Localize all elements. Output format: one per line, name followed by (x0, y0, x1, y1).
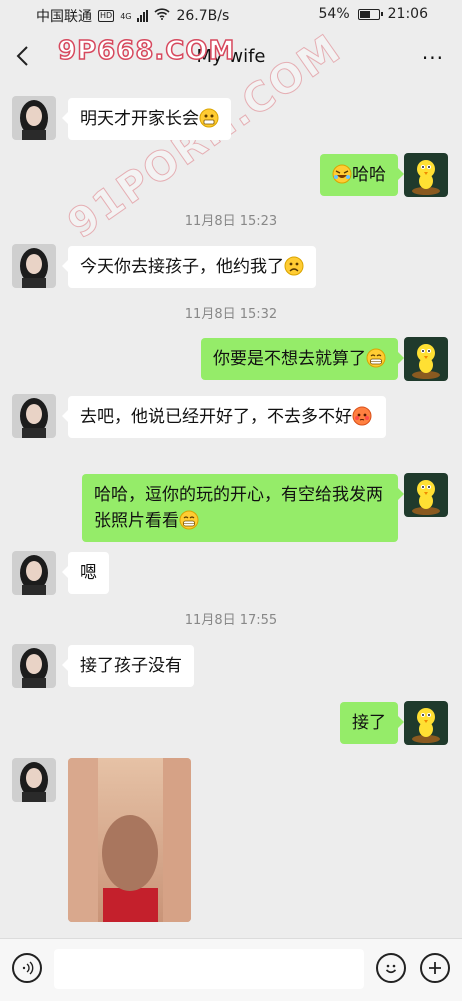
carrier-label: 中国联通 (36, 9, 92, 25)
voice-icon (22, 961, 34, 975)
message-text: 哈哈 (352, 165, 386, 185)
input-bar (0, 938, 462, 1001)
speed-label: 26.7B/s (176, 8, 230, 24)
message-text: 接了孩子没有 (80, 656, 182, 676)
message-text: 今天你去接孩子，他约我了 (80, 257, 284, 277)
image-message[interactable] (68, 758, 191, 922)
plus-button[interactable] (420, 953, 450, 983)
avatar-wife[interactable] (12, 244, 56, 288)
avatar-me[interactable] (404, 153, 448, 197)
grimace-emoji-icon (199, 108, 219, 128)
message-input[interactable] (54, 949, 364, 989)
timestamp: 11月8日 15:23 (184, 214, 278, 229)
message-text: 你要是不想去就算了 (213, 349, 366, 369)
message-bubble[interactable]: 今天你去接孩子，他约我了 (62, 246, 316, 288)
message-text: 嗯 (80, 563, 97, 583)
message-bubble[interactable]: 接了 (340, 702, 404, 744)
battery-icon (357, 8, 383, 20)
avatar-wife[interactable] (12, 394, 56, 438)
watermark-logo: 9P668.COM (57, 35, 236, 67)
hd-badge: HD (98, 10, 115, 22)
smiley-icon (385, 964, 397, 974)
message-bubble[interactable]: 你要是不想去就算了 (201, 338, 404, 380)
avatar-me[interactable] (404, 473, 448, 517)
voice-button[interactable] (12, 953, 42, 983)
grin-emoji-icon (179, 510, 199, 530)
more-button[interactable]: ··· (422, 46, 444, 70)
frown-emoji-icon (284, 256, 304, 276)
message-bubble[interactable]: 嗯 (62, 552, 109, 594)
clock: 21:06 (387, 6, 428, 22)
photo-thumbnail (68, 758, 191, 922)
message-bubble[interactable]: 去吧，他说已经开好了，不去多不好 (62, 396, 386, 438)
message-text: 去吧，他说已经开好了，不去多不好 (80, 407, 352, 427)
avatar-me[interactable] (404, 701, 448, 745)
laugh-emoji-icon (332, 164, 352, 184)
signal-icon (137, 10, 149, 22)
message-text: 接了 (352, 713, 386, 733)
plus-icon (429, 962, 441, 974)
avatar-wife[interactable] (12, 758, 56, 802)
grin-emoji-icon (366, 348, 386, 368)
avatar-wife[interactable] (12, 551, 56, 595)
timestamp: 11月8日 17:55 (184, 613, 278, 628)
timestamp: 11月8日 15:32 (184, 307, 278, 322)
message-text: 哈哈，逗你的玩的开心，有空给我发两张照片看看 (94, 485, 383, 531)
avatar-me[interactable] (404, 337, 448, 381)
blush-emoji-icon (352, 406, 372, 426)
message-bubble[interactable]: 接了孩子没有 (62, 645, 194, 687)
emoji-button[interactable] (376, 953, 406, 983)
wifi-icon (154, 8, 171, 24)
message-bubble[interactable]: 哈哈，逗你的玩的开心，有空给我发两张照片看看 (82, 474, 404, 542)
avatar-wife[interactable] (12, 96, 56, 140)
message-text: 明天才开家长会 (80, 109, 199, 129)
message-bubble[interactable]: 明天才开家长会 (62, 98, 231, 140)
network-label: 4G (120, 11, 132, 21)
avatar-wife[interactable] (12, 644, 56, 688)
message-bubble[interactable]: 哈哈 (320, 154, 404, 196)
status-bar: 中国联通 HD 4G 26.7B/s 54% 21:06 (0, 0, 462, 30)
battery-percent: 54% (318, 6, 350, 22)
